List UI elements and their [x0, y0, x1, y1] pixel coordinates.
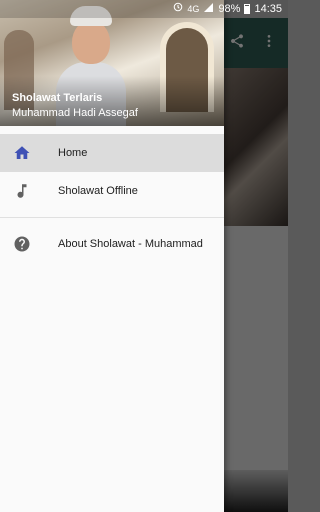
drawer-menu: Home Sholawat Offline About Sholawat - M…: [0, 134, 224, 263]
navigation-drawer: Sholawat Terlaris Muhammad Hadi Assegaf …: [0, 0, 224, 512]
signal-icon: [203, 2, 214, 16]
network-type: 4G: [187, 4, 200, 14]
home-icon: [13, 144, 31, 162]
menu-divider: [0, 217, 224, 218]
menu-item-home[interactable]: Home: [0, 134, 224, 172]
sync-icon: [173, 2, 183, 16]
battery-icon: [244, 4, 251, 14]
help-icon: [13, 235, 31, 253]
drawer-title: Sholawat Terlaris: [12, 92, 103, 104]
menu-item-label: Home: [58, 147, 88, 159]
clock: 14:35: [254, 3, 282, 15]
menu-item-label: Sholawat Offline: [58, 185, 138, 197]
battery-percent: 98%: [218, 3, 241, 15]
music-note-icon: [13, 182, 31, 200]
menu-item-about[interactable]: About Sholawat - Muhammad: [0, 225, 224, 263]
menu-item-label: About Sholawat - Muhammad: [58, 238, 203, 250]
status-bar: 4G 98% 14:35: [0, 0, 288, 18]
menu-item-sholawat-offline[interactable]: Sholawat Offline: [0, 172, 224, 210]
drawer-header: Sholawat Terlaris Muhammad Hadi Assegaf: [0, 0, 224, 126]
drawer-subtitle: Muhammad Hadi Assegaf: [12, 107, 138, 119]
